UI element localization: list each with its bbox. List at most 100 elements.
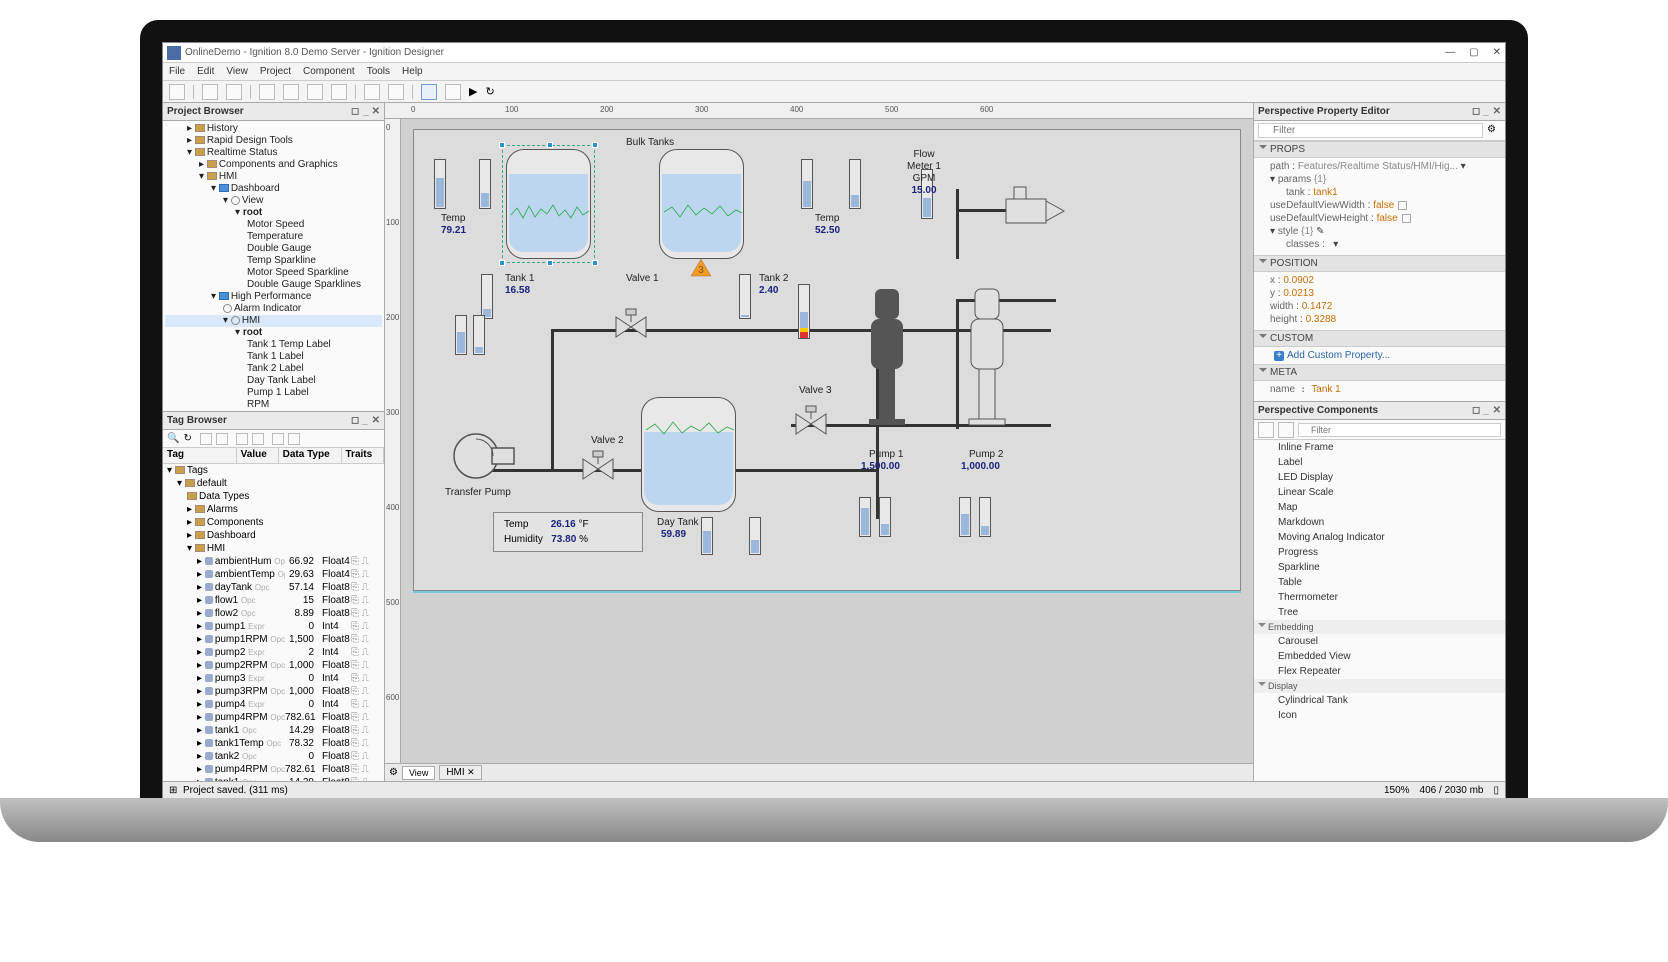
hmi-canvas[interactable]: Bulk Tanks 3 Temp 79.21 Temp 52.50 [401,119,1253,763]
component-item[interactable]: Thermometer [1254,590,1505,605]
component-item[interactable]: Cylindrical Tank [1254,693,1505,708]
tag-row[interactable]: ▸ dayTank Opc57.14Float8⎘ ⎍ [163,581,384,594]
component-item[interactable]: Flex Repeater [1254,664,1505,679]
section-custom[interactable]: CUSTOM [1254,330,1505,347]
col-datatype[interactable]: Data Type [279,448,342,463]
more-icon[interactable] [288,433,300,445]
tab-hmi[interactable]: HMI ✕ [439,765,481,780]
add-custom-property-link[interactable]: +Add Custom Property... [1254,347,1505,364]
valve-icon[interactable] [616,317,646,337]
tag-row[interactable]: ▸ pump1 Expr0Int4⎘ ⎍ [163,620,384,633]
undock-icon[interactable]: ◻ [351,106,359,117]
pump-icon[interactable] [446,421,516,481]
undock-icon[interactable]: ◻ _ [1472,106,1489,117]
menu-help[interactable]: Help [402,66,423,77]
expand-icon[interactable] [252,433,264,445]
col-value[interactable]: Value [237,448,279,463]
daytank-graphic[interactable] [641,397,736,512]
tag-row[interactable]: ▸ flow2 Opc8.89Float8⎘ ⎍ [163,607,384,620]
close-panel-icon[interactable]: ✕ [1493,106,1501,117]
minimize-button[interactable]: — [1445,47,1455,58]
collapse-icon[interactable] [236,433,248,445]
tag-row[interactable]: ▸ pump4RPM Opc782.61Float8⎘ ⎍ [163,763,384,776]
component-item[interactable]: Embedded View [1254,649,1505,664]
component-item[interactable]: Progress [1254,545,1505,560]
pump2-graphic[interactable] [969,284,1005,429]
thermometer[interactable] [473,315,485,355]
component-item[interactable]: Map [1254,500,1505,515]
undock-icon[interactable]: ◻ _ [1472,405,1489,416]
col-traits[interactable]: Traits [342,448,385,463]
align2-icon[interactable] [388,84,404,100]
thermometer[interactable] [481,274,493,319]
maximize-button[interactable]: ▢ [1469,47,1478,58]
tag-row[interactable]: ▸ pump1RPM Opc1,500Float8⎘ ⎍ [163,633,384,646]
copy-icon[interactable] [283,84,299,100]
tag-row[interactable]: ▸ ambientHum Opc66.92Float4⎘ ⎍ [163,555,384,568]
thermometer[interactable] [455,315,467,355]
tag-row[interactable]: ▸ pump2 Expr2Int4⎘ ⎍ [163,646,384,659]
design-mode-icon[interactable] [421,84,437,100]
search-icon[interactable]: 🔍 [167,433,179,444]
close-panel-icon[interactable]: _ ✕ [363,106,380,117]
component-item[interactable]: Label [1254,455,1505,470]
component-item[interactable]: Moving Analog Indicator [1254,530,1505,545]
thermometer[interactable] [749,517,761,555]
memory-icon[interactable]: ▯ [1493,785,1499,796]
valve-icon[interactable] [583,459,613,479]
component-filter-input[interactable] [1298,423,1501,437]
menu-view[interactable]: View [226,66,248,77]
section-position[interactable]: POSITION [1254,255,1505,272]
thermometer[interactable] [959,497,971,537]
tag-row[interactable]: ▸ pump4RPM Opc782.61Float8⎘ ⎍ [163,711,384,724]
thermometer[interactable] [879,497,891,537]
delete-icon[interactable] [331,84,347,100]
close-panel-icon[interactable]: ✕ [372,415,380,426]
component-item[interactable]: Markdown [1254,515,1505,530]
refresh-icon[interactable]: ↻ [183,433,191,444]
tab-view[interactable]: View [402,766,435,780]
menu-edit[interactable]: Edit [197,66,214,77]
component-list[interactable]: Inline FrameLabelLED DisplayLinear Scale… [1254,440,1505,781]
menu-file[interactable]: File [169,66,185,77]
thermometer[interactable] [801,159,813,209]
col-tag[interactable]: Tag [163,448,237,463]
thermometer[interactable] [701,517,713,555]
tag-row[interactable]: ▸ pump2RPM Opc1,000Float8⎘ ⎍ [163,659,384,672]
component-item[interactable]: Carousel [1254,634,1505,649]
view-list-icon[interactable] [1278,422,1294,438]
gear-icon[interactable]: ⚙ [389,767,398,778]
section-props[interactable]: PROPS [1254,141,1505,158]
import-icon[interactable] [216,433,228,445]
thermometer[interactable] [859,497,871,537]
prop-filter-input[interactable] [1258,123,1483,138]
flow-meter-icon[interactable] [1006,179,1066,239]
redo-icon[interactable] [226,84,242,100]
gear-icon[interactable]: ⚙ [1487,124,1501,138]
thermometer[interactable] [849,159,861,209]
paste-icon[interactable] [307,84,323,100]
undo-icon[interactable] [202,84,218,100]
component-item[interactable]: Inline Frame [1254,440,1505,455]
menu-component[interactable]: Component [303,66,355,77]
tag-row[interactable]: ▸ pump3 Expr0Int4⎘ ⎍ [163,672,384,685]
tag-row[interactable]: ▸ pump3RPM Opc1,000Float8⎘ ⎍ [163,685,384,698]
component-item[interactable]: LED Display [1254,470,1505,485]
thermometer[interactable] [798,284,810,339]
cut-icon[interactable] [259,84,275,100]
project-tree[interactable]: ▸ History ▸ Rapid Design Tools ▾ Realtim… [163,121,384,411]
component-item[interactable]: Table [1254,575,1505,590]
thermometer[interactable] [434,159,446,209]
undock-icon[interactable]: ◻ _ [351,415,368,426]
zoom-level[interactable]: 150% [1384,785,1410,796]
new-tag-icon[interactable] [200,433,212,445]
pump1-graphic[interactable] [869,284,905,429]
component-item[interactable]: Tree [1254,605,1505,620]
component-item[interactable]: Linear Scale [1254,485,1505,500]
tank2-graphic[interactable] [659,149,744,259]
thermometer[interactable] [739,274,751,319]
thermometer[interactable] [479,159,491,209]
grid-icon[interactable]: ⊞ [169,785,177,796]
save-icon[interactable] [169,84,185,100]
preview-mode-icon[interactable] [445,84,461,100]
